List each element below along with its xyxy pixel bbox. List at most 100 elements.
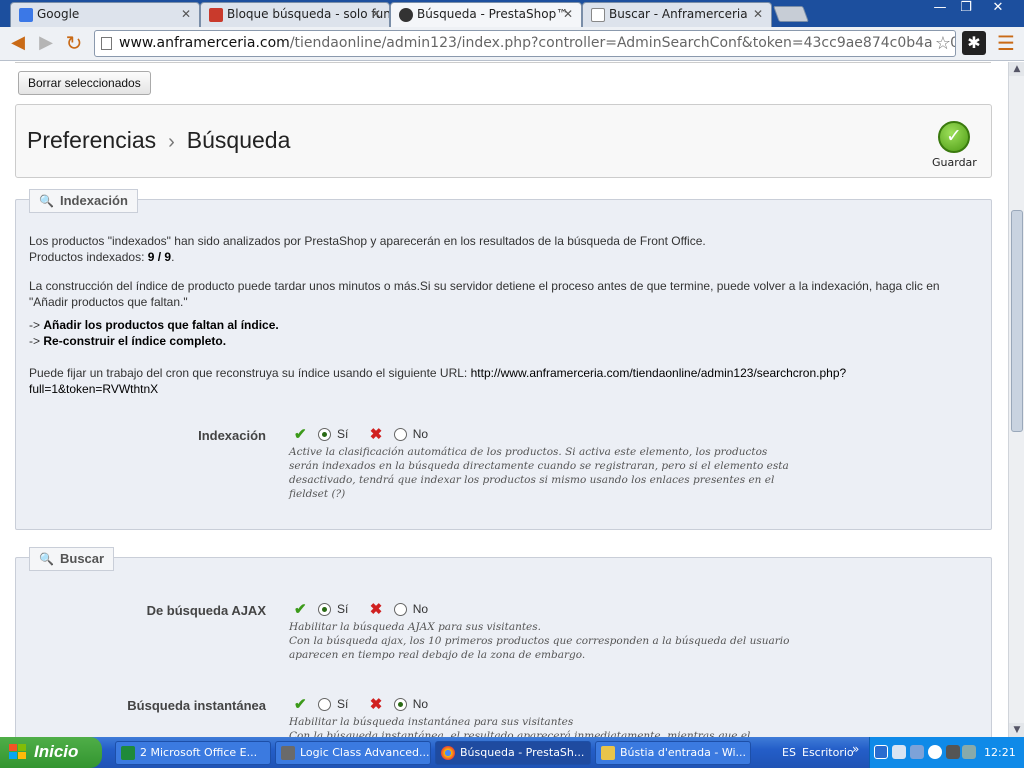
- page-header: Preferencias › Búsqueda ✓ Guardar: [15, 104, 992, 178]
- wrench-menu-icon[interactable]: ☰: [994, 31, 1018, 55]
- check-icon: ✔: [294, 426, 307, 443]
- speaker-icon[interactable]: [962, 745, 976, 759]
- bulk-delete-button[interactable]: Borrar seleccionados: [18, 71, 151, 95]
- add-missing-products-link[interactable]: Añadir los productos que faltan al índic…: [43, 318, 278, 332]
- cross-icon: ✖: [369, 696, 383, 713]
- instant-search-hint: Habilitar la búsqueda instantánea para s…: [289, 715, 799, 737]
- forum-favicon-icon: [209, 8, 223, 22]
- hint-line: Habilitar la búsqueda AJAX para sus visi…: [289, 621, 541, 633]
- window-close-icon[interactable]: ✕: [982, 0, 1014, 18]
- windows-logo-icon: [9, 744, 27, 761]
- rebuild-index-text: Re-construir el índice completo.: [43, 334, 227, 348]
- rebuild-index-link[interactable]: Re-construir el índice completo.: [43, 334, 226, 348]
- browser-tab-strip: Google ✕ Bloque búsqueda - solo funcio ✕…: [0, 0, 1024, 27]
- taskbar-item-mail[interactable]: Bústia d'entrada - Wi...: [595, 741, 751, 765]
- yes-label: Sí: [337, 602, 349, 616]
- scroll-up-icon[interactable]: ▲: [1009, 62, 1024, 76]
- save-button[interactable]: ✓ Guardar: [932, 121, 977, 169]
- indexing-legend: 🔍 Indexación: [29, 189, 138, 213]
- start-label: Inicio: [34, 742, 79, 761]
- reload-icon[interactable]: ↻: [62, 31, 86, 55]
- tab-busqueda-prestashop[interactable]: Búsqueda - PrestaShop™ ✕: [390, 2, 582, 27]
- url-path: /tiendaonline/admin123/index.php?control…: [289, 35, 955, 51]
- arrow-left-icon[interactable]: [874, 745, 888, 759]
- taskbar-item-logic[interactable]: Logic Class Advanced...: [275, 741, 431, 765]
- cross-icon: ✖: [369, 601, 383, 618]
- indexing-no-radio[interactable]: [393, 427, 407, 441]
- application-icon: [281, 746, 295, 760]
- indexing-intro: Los productos "indexados" han sido anali…: [29, 233, 979, 265]
- magnifier-icon: 🔍: [39, 552, 54, 566]
- checkmark-icon: ✓: [938, 121, 970, 153]
- instant-yes-radio[interactable]: [318, 697, 331, 711]
- security-icon[interactable]: [928, 745, 942, 759]
- magnifier-icon: 🔍: [39, 194, 54, 208]
- network-icon[interactable]: [892, 745, 906, 759]
- close-icon[interactable]: ✕: [753, 3, 763, 25]
- forward-arrow-icon[interactable]: ▶: [34, 31, 58, 55]
- ajax-no-radio[interactable]: [393, 602, 407, 616]
- tab-title: Búsqueda - PrestaShop™: [417, 7, 569, 21]
- monitor-icon[interactable]: [910, 745, 924, 759]
- cron-url: http://www.anframerceria.com/tiendaonlin…: [470, 366, 847, 380]
- page-title: Preferencias › Búsqueda: [27, 127, 290, 154]
- page-scrollbar[interactable]: ▲ ▼: [1008, 62, 1024, 737]
- cron-url-params: full=1&token=RVWthtnX: [29, 382, 159, 396]
- desktop-toolbar[interactable]: Escritorio: [802, 746, 854, 759]
- mail-icon: [601, 746, 615, 760]
- start-button[interactable]: Inicio: [0, 737, 102, 768]
- indexing-fieldset: 🔍 Indexación Los productos "indexados" h…: [15, 189, 992, 530]
- legend-text: Indexación: [60, 193, 128, 208]
- breadcrumb-current: Búsqueda: [186, 127, 291, 153]
- no-label: No: [412, 427, 429, 441]
- restore-icon[interactable]: ❐: [952, 0, 980, 18]
- breadcrumb-parent[interactable]: Preferencias: [27, 127, 156, 153]
- new-tab-button[interactable]: [773, 6, 809, 22]
- close-icon[interactable]: ✕: [181, 3, 191, 25]
- url-host: www.anframerceria.com: [119, 35, 290, 51]
- yes-label: Sí: [337, 427, 349, 441]
- indexing-option-label: Indexación: [198, 428, 266, 443]
- search-legend: 🔍 Buscar: [29, 547, 115, 571]
- tab-title: Bloque búsqueda - solo funcio: [227, 7, 390, 21]
- minimize-icon[interactable]: —: [926, 0, 954, 18]
- tab-title: Buscar - Anframerceria: [609, 7, 748, 21]
- tab-buscar-anframerceria[interactable]: Buscar - Anframerceria ✕: [582, 2, 772, 27]
- taskbar-item-excel[interactable]: 2 Microsoft Office E...: [115, 741, 271, 765]
- instant-search-label: Búsqueda instantánea: [127, 698, 266, 713]
- google-favicon-icon: [19, 8, 33, 22]
- extension-icon[interactable]: ✱: [962, 31, 986, 55]
- taskbar-item-chrome[interactable]: Búsqueda - PrestaSh...: [435, 741, 591, 765]
- yes-label: Sí: [337, 697, 349, 711]
- scrollbar-thumb[interactable]: [1011, 210, 1023, 432]
- build-note: La construcción del índice de producto p…: [29, 279, 940, 309]
- scroll-down-icon[interactable]: ▼: [1009, 723, 1024, 737]
- divider: [15, 62, 991, 63]
- device-icon[interactable]: [946, 745, 960, 759]
- ajax-yes-radio[interactable]: [318, 602, 331, 616]
- tab-google[interactable]: Google ✕: [10, 2, 200, 27]
- chevron-double-right-icon[interactable]: »: [852, 742, 859, 756]
- address-bar[interactable]: www.anframerceria.com/tiendaonline/admin…: [94, 30, 956, 57]
- close-icon[interactable]: ✕: [371, 3, 381, 25]
- indexed-count-value: 9 / 9: [147, 250, 172, 264]
- link-prefix: ->: [29, 318, 41, 332]
- no-label: No: [412, 602, 429, 616]
- instant-no-radio[interactable]: [393, 697, 407, 711]
- bookmark-star-icon[interactable]: ☆: [932, 31, 951, 56]
- language-indicator[interactable]: ES: [782, 746, 796, 759]
- hint-line: Habilitar la búsqueda instantánea para s…: [289, 716, 574, 728]
- indexing-yes-radio[interactable]: [318, 427, 331, 441]
- indexed-count-label: Productos indexados:: [29, 250, 145, 264]
- close-icon[interactable]: ✕: [563, 3, 573, 25]
- system-tray: 12:21: [869, 737, 1024, 768]
- save-label: Guardar: [932, 156, 977, 169]
- indexing-hint: Active la clasificación automática de lo…: [289, 446, 789, 500]
- cron-info: Puede fijar un trabajo del cron que reco…: [29, 365, 979, 397]
- back-arrow-icon[interactable]: ◀: [6, 31, 30, 55]
- tab-title: Google: [37, 7, 80, 21]
- link-prefix: ->: [29, 334, 41, 348]
- clock[interactable]: 12:21: [984, 746, 1016, 759]
- tab-bloque-busqueda[interactable]: Bloque búsqueda - solo funcio ✕: [200, 2, 390, 27]
- indexing-radio-group: ✔ Sí ✖ No: [294, 425, 446, 443]
